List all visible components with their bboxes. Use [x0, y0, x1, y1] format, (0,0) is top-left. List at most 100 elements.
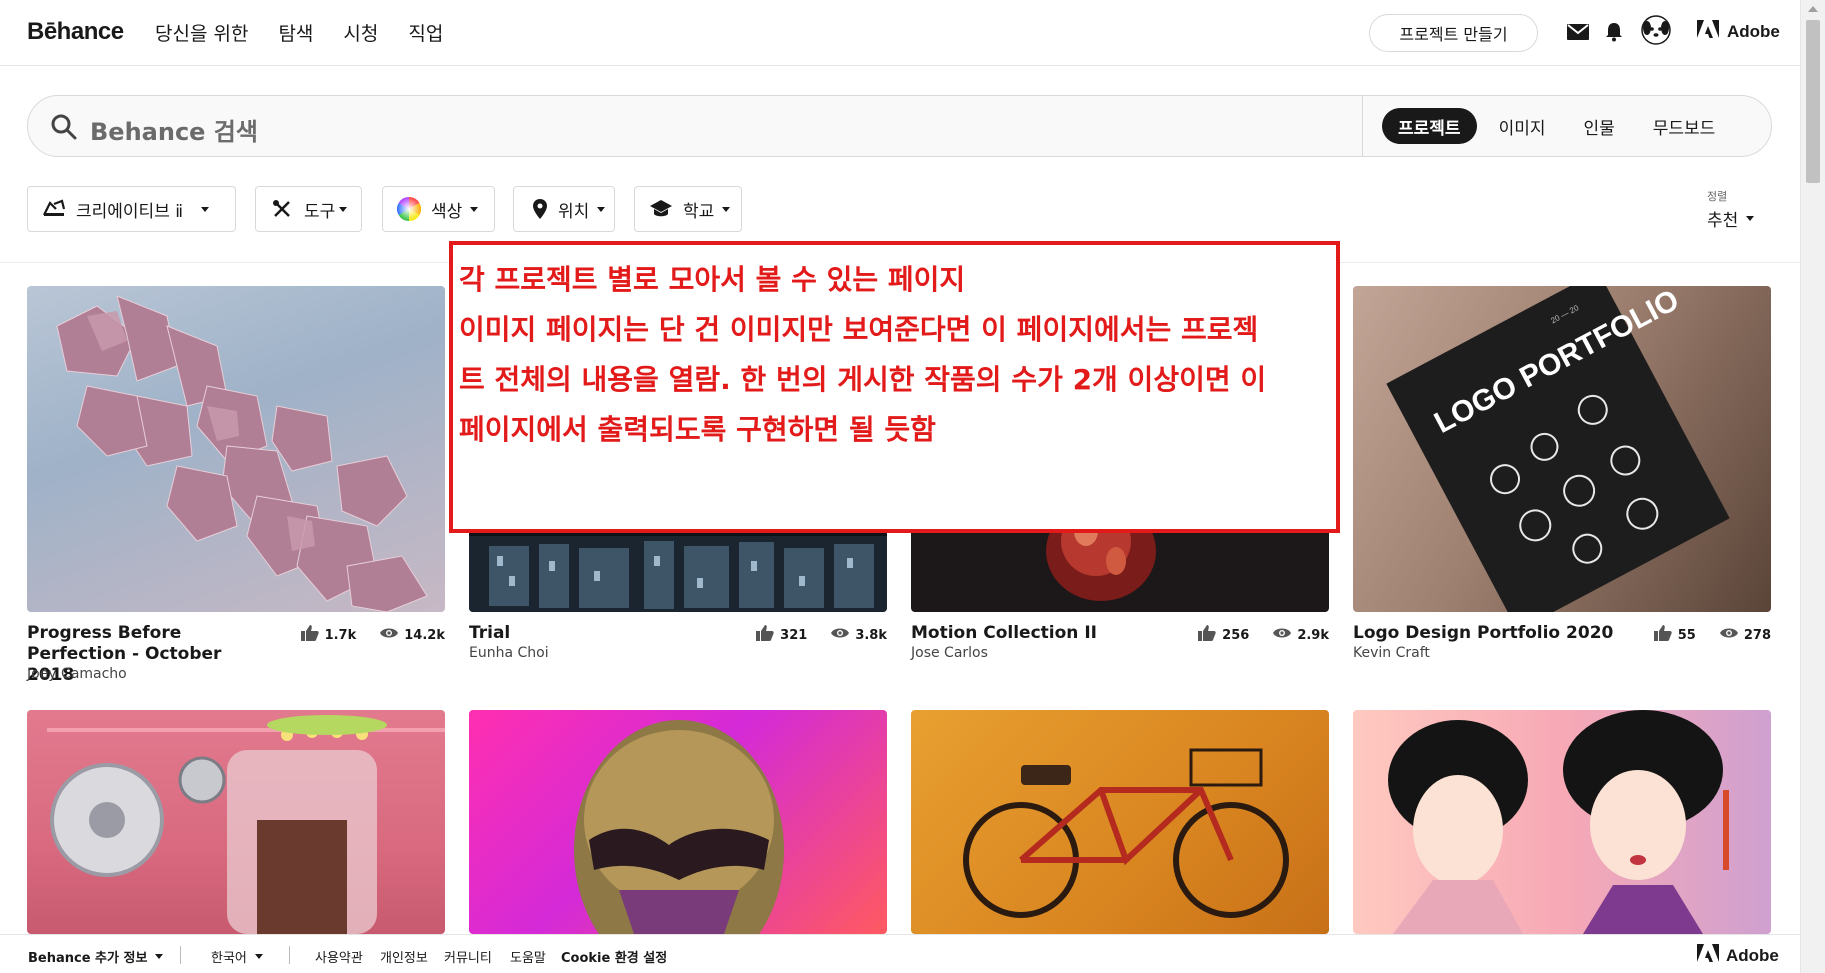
location-label: 위치	[558, 201, 590, 222]
scroll-up-arrow-icon[interactable]	[1808, 6, 1818, 12]
footer-link-terms[interactable]: 사용약관	[315, 947, 363, 966]
create-project-button[interactable]: 프로젝트 만들기	[1369, 14, 1538, 52]
language-label: 한국어	[211, 951, 247, 966]
color-wheel-icon	[397, 197, 421, 221]
project-card[interactable]: Progress Before Perfection - October 201…	[27, 286, 445, 685]
school-filter[interactable]: 학교	[634, 186, 742, 232]
project-cover-image[interactable]	[27, 286, 445, 612]
footer-link-community[interactable]: 커뮤니티	[444, 947, 492, 966]
language-dropdown[interactable]: 한국어	[211, 947, 263, 966]
project-title[interactable]: Trial	[469, 623, 714, 644]
footer-separator	[289, 946, 290, 964]
search-type-tabs: 프로젝트 이미지 인물 무드보드	[1382, 108, 1731, 144]
color-label: 색상	[431, 201, 463, 222]
footer-adobe-link[interactable]: Adobe	[1697, 944, 1779, 967]
like-count: 1.7k	[324, 627, 357, 643]
annotation-line: 트 전체의 내용을 열람. 한 번의 게시한 작품의 수가 2개 이상이면 이	[459, 363, 1267, 396]
main-nav-links: 당신을 위한 탐색 시청 직업	[155, 19, 443, 46]
eye-icon	[831, 627, 850, 643]
tools-label: 도구	[304, 201, 336, 222]
project-card[interactable]	[27, 710, 445, 934]
creative-field-filter[interactable]: 크리에이티브 ⅱ	[27, 186, 236, 232]
search-input[interactable]: Behance 검색	[90, 112, 258, 147]
thumbs-up-icon	[1653, 625, 1672, 645]
project-card[interactable]	[469, 710, 887, 934]
annotation-line: 각 프로젝트 별로 모아서 볼 수 있는 페이지	[459, 263, 966, 296]
project-card[interactable]: LOGO PORTFOLIO 20 — 20 Logo Design Portf…	[1353, 286, 1771, 661]
view-count: 3.8k	[855, 627, 887, 643]
creative-fields-icon	[42, 197, 66, 221]
chevron-down-icon	[597, 206, 606, 212]
thumbs-up-icon	[1198, 625, 1216, 645]
chevron-down-icon	[201, 206, 210, 212]
thumbs-up-icon	[756, 625, 774, 645]
sort-dropdown[interactable]: 정렬 추천	[1707, 188, 1755, 231]
project-cover-image[interactable]	[469, 710, 887, 934]
nav-link-for-you[interactable]: 당신을 위한	[155, 19, 248, 46]
chevron-down-icon	[470, 206, 479, 212]
annotation-line: 페이지에서 출력되도록 구현하면 될 듯함	[459, 413, 936, 446]
nav-link-explore[interactable]: 탐색	[278, 19, 313, 46]
annotation-note: 각 프로젝트 별로 모아서 볼 수 있는 페이지 이미지 페이지는 단 건 이미…	[449, 241, 1340, 533]
chevron-down-icon	[339, 206, 348, 212]
project-cover-image[interactable]: LOGO PORTFOLIO 20 — 20	[1353, 286, 1771, 612]
scrollbar-thumb[interactable]	[1806, 20, 1820, 183]
view-count: 278	[1743, 627, 1771, 643]
like-count: 321	[780, 627, 808, 643]
tab-moodboards[interactable]: 무드보드	[1637, 108, 1732, 144]
project-title[interactable]: Logo Design Portfolio 2020	[1353, 623, 1653, 644]
search-divider	[1362, 96, 1363, 156]
project-cover-image[interactable]	[27, 710, 445, 934]
footer-link-privacy[interactable]: 개인정보	[380, 947, 428, 966]
eye-icon	[380, 627, 399, 643]
footer-adobe-label: Adobe	[1726, 945, 1779, 965]
annotation-line: 이미지 페이지는 단 건 이미지만 보여준다면 이 페이지에서는 프로젝	[459, 313, 1259, 346]
location-filter[interactable]: 위치	[513, 186, 615, 232]
project-owner[interactable]: Kevin Craft	[1353, 645, 1430, 661]
top-navigation: Bēhance 당신을 위한 탐색 시청 직업 프로젝트 만들기 Adobe	[0, 0, 1800, 66]
search-bar: Behance 검색 프로젝트 이미지 인물 무드보드	[27, 95, 1772, 157]
adobe-label: Adobe	[1727, 21, 1780, 41]
bell-icon[interactable]	[1602, 20, 1626, 44]
tab-images[interactable]: 이미지	[1483, 108, 1562, 144]
footer-link-cookie-settings[interactable]: Cookie 환경 설정	[561, 947, 667, 966]
view-count: 2.9k	[1297, 627, 1329, 643]
project-owner[interactable]: Eunha Choi	[469, 645, 549, 661]
adobe-link[interactable]: Adobe	[1697, 20, 1780, 43]
footer-link-help[interactable]: 도움말	[510, 947, 546, 966]
project-cover-image[interactable]	[1353, 710, 1771, 934]
graduation-cap-icon	[649, 197, 673, 221]
creative-field-label: 크리에이티브 ⅱ	[76, 201, 184, 222]
project-stats: 1.7k 14.2k	[300, 625, 445, 645]
view-count: 14.2k	[404, 627, 445, 643]
tools-icon	[270, 197, 294, 221]
project-owner[interactable]: Jose Carlos	[911, 645, 988, 661]
thumbs-up-icon	[300, 625, 319, 645]
search-icon	[50, 113, 78, 145]
mail-icon[interactable]	[1566, 20, 1590, 44]
eye-icon	[1719, 627, 1738, 643]
tools-filter[interactable]: 도구	[255, 186, 362, 232]
project-stats: 55 278	[1653, 625, 1771, 645]
avatar[interactable]	[1641, 15, 1671, 45]
tab-projects[interactable]: 프로젝트	[1382, 108, 1477, 144]
eye-icon	[1273, 627, 1292, 643]
more-info-dropdown[interactable]: Behance 추가 정보	[28, 947, 164, 966]
project-owner[interactable]: Joey Camacho	[27, 666, 127, 682]
location-pin-icon	[528, 197, 552, 221]
project-card[interactable]	[911, 710, 1329, 934]
page-scrollbar[interactable]	[1800, 0, 1825, 973]
project-cover-image[interactable]	[911, 710, 1329, 934]
more-info-label: Behance 추가 정보	[28, 951, 148, 966]
tab-people[interactable]: 인물	[1567, 108, 1630, 144]
behance-logo[interactable]: Bēhance	[27, 18, 124, 46]
like-count: 256	[1222, 627, 1250, 643]
nav-link-watch[interactable]: 시청	[343, 19, 378, 46]
project-title[interactable]: Motion Collection II	[911, 623, 1156, 644]
project-card[interactable]	[1353, 710, 1771, 934]
adobe-logo-icon	[1697, 20, 1719, 43]
footer-separator	[180, 946, 181, 964]
chevron-down-icon	[1746, 216, 1755, 221]
nav-link-jobs[interactable]: 직업	[408, 19, 443, 46]
color-filter[interactable]: 색상	[382, 186, 495, 232]
